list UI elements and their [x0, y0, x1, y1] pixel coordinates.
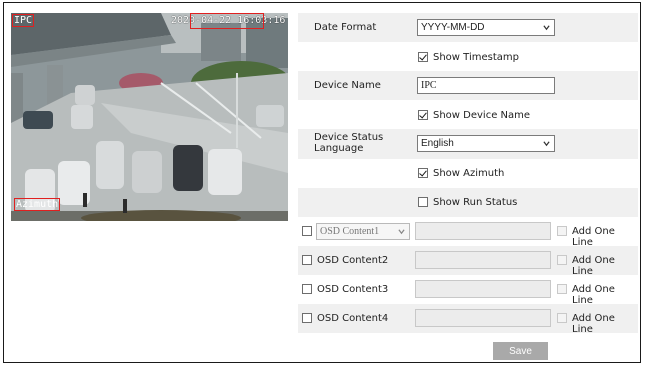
- chevron-down-icon: [543, 25, 550, 31]
- row-show-run-status: Show Run Status: [298, 188, 638, 217]
- osd-content-1-value: OSD Content1: [320, 226, 380, 237]
- osd-content-2-add-line-checkbox[interactable]: [557, 255, 567, 265]
- osd-content-2-checkbox[interactable]: [302, 255, 312, 265]
- osd-content-3-label: OSD Content3: [317, 284, 389, 295]
- row-show-azimuth: Show Azimuth: [298, 159, 638, 188]
- osd-azimuth-text: Azimuth: [16, 199, 59, 210]
- osd-azimuth-overlay[interactable]: Azimuth: [14, 198, 61, 211]
- row-device-status-language: Device Status Language English: [298, 129, 638, 159]
- camera-scene-image: [11, 13, 288, 221]
- osd-content-4-checkbox[interactable]: [302, 313, 312, 323]
- device-name-label: Device Name: [314, 80, 381, 91]
- osd-content-3-input[interactable]: [415, 280, 551, 298]
- row-osd-content-1: OSD Content1 Add One Line: [298, 217, 638, 248]
- show-device-name-label: Show Device Name: [433, 110, 531, 121]
- date-format-label: Date Format: [314, 22, 377, 33]
- osd-content-3-add-line-checkbox[interactable]: [557, 284, 567, 294]
- osd-content-1-input[interactable]: [415, 222, 551, 240]
- osd-content-3-add-line-label: Add One Line: [572, 284, 615, 306]
- device-status-language-value: English: [421, 138, 454, 149]
- device-name-input[interactable]: IPC: [417, 77, 555, 94]
- osd-content-3-checkbox[interactable]: [302, 284, 312, 294]
- date-format-select[interactable]: YYYY-MM-DD: [417, 19, 555, 36]
- row-osd-content-2: OSD Content2 Add One Line: [298, 246, 638, 277]
- osd-content-4-add-line-label: Add One Line: [572, 313, 615, 335]
- show-run-status-label: Show Run Status: [433, 197, 518, 208]
- osd-content-4-input[interactable]: [415, 309, 551, 327]
- osd-content-4-add-line-checkbox[interactable]: [557, 313, 567, 323]
- osd-content-2-add-line-label: Add One Line: [572, 255, 615, 277]
- osd-timestamp-selection-box: [190, 13, 264, 29]
- osd-content-1-select[interactable]: OSD Content1: [316, 223, 410, 240]
- device-status-language-label-line1: Device Status: [314, 132, 384, 143]
- show-azimuth-label: Show Azimuth: [433, 168, 505, 179]
- osd-content-4-label: OSD Content4: [317, 313, 389, 324]
- osd-device-name-text: IPC: [14, 15, 33, 26]
- show-run-status-checkbox[interactable]: [418, 197, 428, 207]
- device-status-language-label-line2: Language: [314, 143, 364, 154]
- chevron-down-icon: [398, 229, 405, 235]
- camera-preview: IPC 2020-04-22 16:03:16 Azimuth: [11, 13, 288, 221]
- osd-device-name-overlay[interactable]: IPC: [12, 14, 35, 27]
- row-show-timestamp: Show Timestamp: [298, 42, 638, 71]
- row-date-format: Date Format YYYY-MM-DD: [298, 13, 638, 42]
- save-button[interactable]: Save: [493, 342, 548, 360]
- osd-content-1-add-line-label: Add One Line: [572, 226, 615, 248]
- show-timestamp-checkbox[interactable]: [418, 52, 428, 62]
- show-azimuth-checkbox[interactable]: [418, 168, 428, 178]
- device-name-value: IPC: [421, 80, 437, 91]
- row-osd-content-3: OSD Content3 Add One Line: [298, 275, 638, 306]
- row-device-name: Device Name IPC: [298, 71, 638, 100]
- show-device-name-checkbox[interactable]: [418, 110, 428, 120]
- osd-content-1-add-line-checkbox[interactable]: [557, 226, 567, 236]
- show-timestamp-label: Show Timestamp: [433, 52, 519, 63]
- row-osd-content-4: OSD Content4 Add One Line: [298, 304, 638, 335]
- row-show-device-name: Show Device Name: [298, 100, 638, 129]
- osd-content-2-input[interactable]: [415, 251, 551, 269]
- device-status-language-select[interactable]: English: [417, 135, 555, 152]
- osd-content-2-label: OSD Content2: [317, 255, 389, 266]
- osd-content-1-checkbox[interactable]: [302, 226, 312, 236]
- chevron-down-icon: [543, 141, 550, 147]
- date-format-value: YYYY-MM-DD: [421, 22, 485, 33]
